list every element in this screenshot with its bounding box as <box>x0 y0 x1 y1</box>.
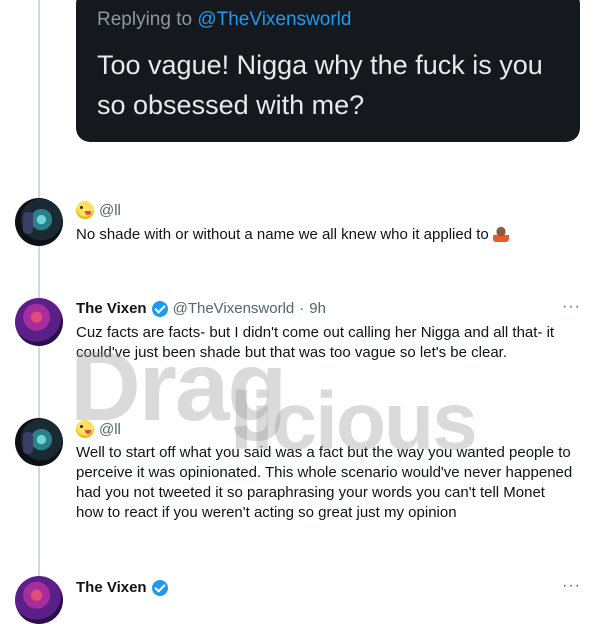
replying-to-line: Replying to @TheVixensworld <box>97 9 351 31</box>
tweet-text: Well to start off what you said was a fa… <box>76 444 573 521</box>
zany-face-emoji-icon <box>76 201 94 219</box>
tweet-text: Cuz facts are facts- but I didn't come o… <box>76 324 555 361</box>
replying-prefix: Replying to <box>97 9 193 30</box>
replying-handle-link[interactable]: @TheVixensworld <box>197 9 351 30</box>
user-handle[interactable]: @ll <box>99 421 121 438</box>
tweet-header: The Vixen <box>76 579 168 596</box>
dot-separator: · <box>299 300 305 317</box>
verified-badge-icon <box>151 579 168 596</box>
more-options-icon[interactable]: ··· <box>562 577 581 595</box>
avatar[interactable] <box>15 576 63 624</box>
person-shrugging-emoji-icon <box>492 226 509 242</box>
quoted-tweet-text: Too vague! Nigga why the fuck is you so … <box>97 50 543 120</box>
tweet-text: No shade with or without a name we all k… <box>76 225 576 245</box>
verified-badge-icon <box>151 300 168 317</box>
quoted-tweet-card[interactable]: Replying to @TheVixensworld Too vague! N… <box>76 0 580 142</box>
avatar[interactable] <box>15 418 63 466</box>
avatar[interactable] <box>15 298 63 346</box>
tweet-header: The Vixen @TheVixensworld · 9h <box>76 300 326 317</box>
user-handle[interactable]: @TheVixensworld <box>173 300 295 317</box>
display-name[interactable]: The Vixen <box>76 300 147 317</box>
display-name[interactable]: The Vixen <box>76 579 147 596</box>
timestamp[interactable]: 9h <box>309 300 326 317</box>
avatar[interactable] <box>15 198 63 246</box>
tweet-text-content: No shade with or without a name we all k… <box>76 226 489 243</box>
user-handle[interactable]: @ll <box>99 202 121 219</box>
tweet-header: @ll <box>76 420 121 438</box>
zany-face-emoji-icon <box>76 420 94 438</box>
tweet-header: @ll <box>76 201 121 219</box>
more-options-icon[interactable]: ··· <box>562 298 581 316</box>
